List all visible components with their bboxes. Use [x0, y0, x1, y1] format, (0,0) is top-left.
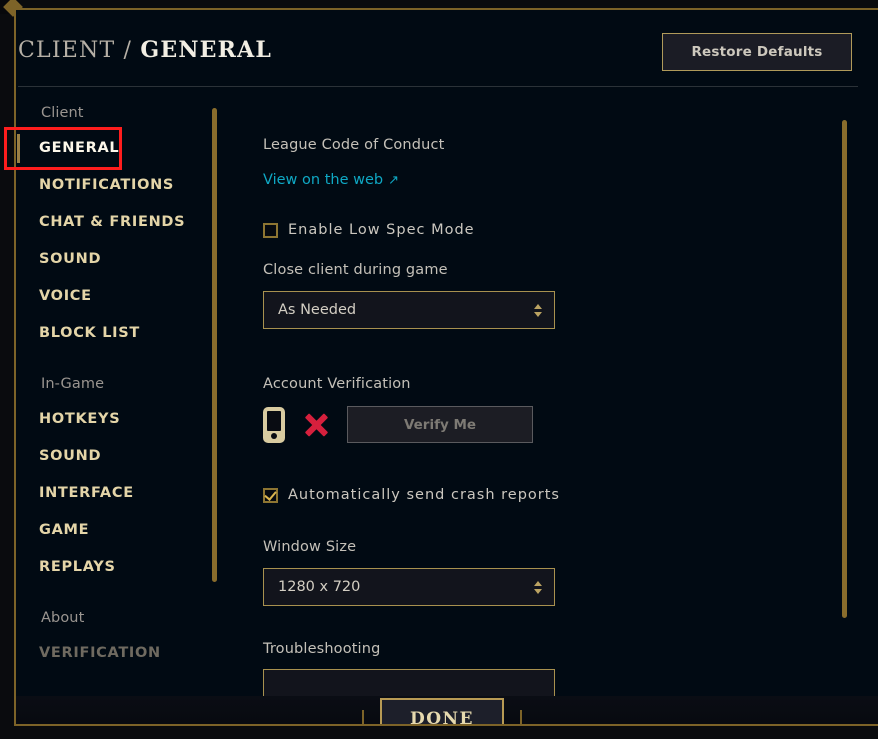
content-scrollbar-thumb[interactable] [842, 120, 847, 618]
settings-content-panel: League Code of Conduct View on the web ↗… [231, 96, 831, 724]
mobile-phone-icon [263, 406, 285, 443]
sidebar-group-label-about: About [41, 610, 85, 626]
sidebar-scrollbar-thumb[interactable] [212, 108, 217, 582]
sidebar-nav-list: Client GENERAL NOTIFICATIONS CHAT & FRIENDS… [16, 96, 216, 672]
sidebar-group-label-client: Client [41, 105, 84, 121]
window-header: CLIENT / GENERAL Restore Defaults [16, 10, 878, 96]
account-verification-row: Verify Me [263, 406, 533, 443]
crash-reports-row[interactable]: Automatically send crash reports [263, 487, 560, 503]
low-spec-mode-row[interactable]: Enable Low Spec Mode [263, 222, 475, 238]
breadcrumb-separator: / [123, 38, 133, 63]
sidebar-item-block-list[interactable]: BLOCK LIST [16, 315, 216, 352]
window-size-select[interactable]: 1280 x 720 [263, 568, 555, 606]
breadcrumb-current: GENERAL [140, 37, 273, 63]
sidebar-item-sound[interactable]: SOUND [16, 438, 216, 475]
external-link-arrow-icon: ↗ [388, 172, 399, 188]
sidebar-item-notifications[interactable]: NOTIFICATIONS [16, 167, 216, 204]
close-client-select[interactable]: As Needed [263, 291, 555, 329]
sidebar-item-voice[interactable]: VOICE [16, 278, 216, 315]
sidebar-item-chat-friends[interactable]: CHAT & FRIENDS [16, 204, 216, 241]
low-spec-mode-checkbox[interactable] [263, 222, 278, 238]
sidebar-item-verification[interactable]: VERIFICATION [16, 635, 216, 672]
crash-reports-label: Automatically send crash reports [288, 487, 560, 503]
close-client-label: Close client during game [263, 262, 448, 278]
settings-sidebar[interactable]: Client GENERAL NOTIFICATIONS CHAT & FRIENDS… [16, 96, 216, 724]
low-spec-mode-label: Enable Low Spec Mode [288, 222, 475, 238]
done-button[interactable]: DONE [380, 698, 504, 724]
sidebar-item-hotkeys[interactable]: HOTKEYS [16, 401, 216, 438]
verify-me-button[interactable]: Verify Me [347, 406, 533, 443]
sidebar-item-general[interactable]: GENERAL [16, 130, 216, 167]
app-root: CLIENT / GENERAL Restore Defaults Client… [0, 0, 878, 739]
code-of-conduct-label: League Code of Conduct [263, 137, 445, 153]
code-of-conduct-link[interactable]: View on the web ↗ [263, 172, 399, 188]
troubleshooting-label: Troubleshooting [263, 641, 381, 657]
red-x-icon [301, 410, 331, 440]
breadcrumb: CLIENT / GENERAL [18, 37, 272, 63]
sidebar-group-spacer [16, 586, 216, 601]
sidebar-item-interface[interactable]: INTERFACE [16, 475, 216, 512]
select-spinner-icon[interactable] [534, 303, 542, 317]
close-client-select-value: As Needed [278, 302, 357, 318]
account-verification-label: Account Verification [263, 376, 411, 392]
settings-window: CLIENT / GENERAL Restore Defaults Client… [16, 10, 878, 724]
sidebar-scrollbar-track[interactable] [212, 100, 217, 600]
footer-left-nub [362, 710, 364, 724]
sidebar-item-sound[interactable]: SOUND [16, 241, 216, 278]
window-size-label: Window Size [263, 539, 357, 555]
code-of-conduct-link-text: View on the web [263, 172, 384, 188]
frame-bottom-border [14, 724, 878, 726]
footer-right-nub [520, 710, 522, 724]
select-spinner-icon[interactable] [534, 580, 542, 594]
sidebar-group-spacer [16, 352, 216, 367]
crash-reports-checkbox[interactable] [263, 487, 278, 503]
content-scrollbar-track[interactable] [842, 110, 847, 630]
window-size-select-value: 1280 x 720 [278, 579, 361, 595]
sidebar-item-game[interactable]: GAME [16, 512, 216, 549]
breadcrumb-primary[interactable]: CLIENT [18, 38, 115, 63]
restore-defaults-button[interactable]: Restore Defaults [662, 33, 852, 71]
sidebar-group-label-in-game: In-Game [41, 376, 105, 392]
header-divider [18, 86, 858, 87]
sidebar-item-replays[interactable]: REPLAYS [16, 549, 216, 586]
